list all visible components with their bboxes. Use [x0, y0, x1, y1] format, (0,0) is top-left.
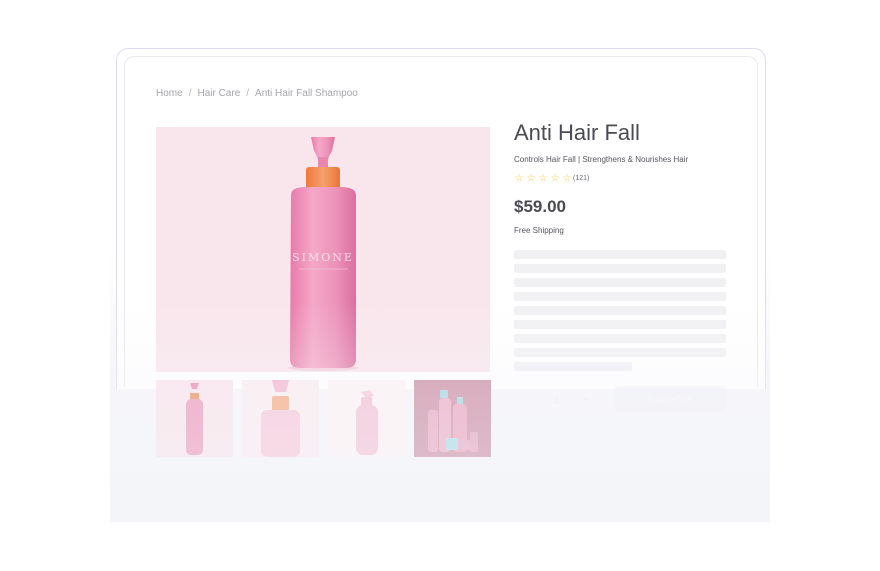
star-icon: ☆ — [538, 173, 548, 184]
quantity-increase-button[interactable]: + — [583, 395, 588, 405]
product-price: $59.00 — [514, 197, 566, 216]
quantity-value: 1 — [554, 395, 560, 405]
quantity-stepper[interactable]: − 1 + — [514, 390, 600, 410]
quantity-decrease-button[interactable]: − — [526, 395, 531, 405]
description-placeholder-line — [514, 348, 726, 357]
description-placeholder-line — [514, 334, 726, 343]
breadcrumb-hair-care[interactable]: Hair Care — [197, 88, 240, 99]
description-placeholder-line — [514, 320, 726, 329]
breadcrumb: Home / Hair Care / Anti Hair Fall Shampo… — [156, 88, 358, 99]
description-placeholder-line — [514, 292, 726, 301]
bottle-closeup-image — [261, 380, 300, 457]
shipping-info: Free Shipping — [514, 226, 564, 235]
star-icon: ☆ — [550, 173, 560, 184]
bottle-thumb-image — [186, 383, 203, 455]
thumbnail-2[interactable] — [242, 380, 319, 457]
breadcrumb-current: Anti Hair Fall Shampoo — [255, 88, 358, 99]
review-count[interactable]: (121) — [573, 173, 589, 185]
breadcrumb-separator: / — [246, 88, 250, 99]
description-placeholder-line — [514, 250, 726, 259]
breadcrumb-home[interactable]: Home — [156, 88, 183, 99]
star-icon: ☆ — [514, 173, 524, 184]
purchase-controls: − 1 + Add to Cart — [514, 386, 726, 412]
star-icon: ☆ — [526, 173, 536, 184]
rating[interactable]: ☆ ☆ ☆ ☆ ☆ (121) — [513, 173, 590, 185]
description-placeholder-line — [514, 278, 726, 287]
add-to-cart-button[interactable]: Add to Cart — [614, 386, 726, 412]
description-placeholder-line — [514, 362, 632, 371]
thumbnail-3[interactable] — [328, 380, 405, 457]
product-subtitle: Controls Hair Fall | Strengthens & Nouri… — [514, 155, 689, 164]
thumbnail-4[interactable] — [414, 380, 491, 457]
bottle-brand-label: SIMONE — [292, 251, 354, 264]
description-placeholder-line — [514, 264, 726, 273]
bottle-side-image — [356, 390, 378, 455]
main-product-image[interactable]: SIMONE — [156, 127, 490, 372]
description-placeholder-line — [514, 306, 726, 315]
star-icon: ☆ — [562, 173, 572, 184]
breadcrumb-separator: / — [188, 88, 192, 99]
product-title: Anti Hair Fall — [514, 120, 640, 145]
shampoo-bottle-image: SIMONE — [287, 137, 359, 371]
product-set-image — [428, 390, 478, 452]
thumbnail-1[interactable] — [156, 380, 233, 457]
